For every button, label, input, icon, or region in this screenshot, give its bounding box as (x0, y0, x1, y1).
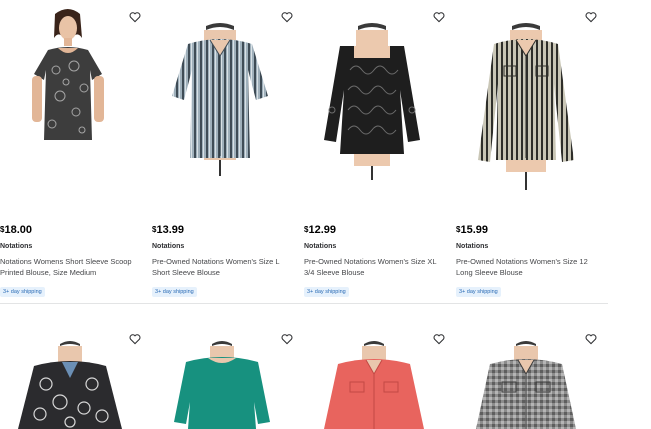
heart-outline-icon[interactable] (584, 332, 598, 346)
product-price: $18.00 (0, 224, 32, 236)
product-price: $13.99 (152, 224, 184, 236)
product-title[interactable]: Pre-Owned Notations Women's Size XL 3/4 … (304, 256, 444, 278)
shipping-badge: 3+ day shipping (0, 287, 45, 297)
product-brand: Notations (152, 243, 185, 250)
shipping-badge: 3+ day shipping (304, 287, 349, 297)
shipping-badge: 3+ day shipping (152, 287, 197, 297)
heart-outline-icon[interactable] (280, 332, 294, 346)
heart-outline-icon[interactable] (280, 10, 294, 24)
shipping-badge: 3+ day shipping (456, 287, 501, 297)
heart-outline-icon[interactable] (584, 10, 598, 24)
product-image[interactable] (152, 0, 302, 200)
heart-outline-icon[interactable] (128, 10, 142, 24)
product-image[interactable] (0, 0, 150, 200)
heart-outline-icon[interactable] (432, 332, 446, 346)
product-image[interactable] (304, 0, 454, 200)
row-divider (0, 303, 608, 304)
product-title[interactable]: Pre-Owned Notations Women's Size L Short… (152, 256, 292, 278)
product-price: $12.99 (304, 224, 336, 236)
product-price: $15.99 (456, 224, 488, 236)
product-brand: Notations (456, 243, 489, 250)
product-title[interactable]: Notations Womens Short Sleeve Scoop Prin… (0, 256, 140, 278)
product-brand: Notations (0, 243, 33, 250)
heart-outline-icon[interactable] (128, 332, 142, 346)
product-title[interactable]: Pre-Owned Notations Women's Size 12 Long… (456, 256, 596, 278)
product-image[interactable] (456, 0, 606, 200)
product-brand: Notations (304, 243, 337, 250)
heart-outline-icon[interactable] (432, 10, 446, 24)
